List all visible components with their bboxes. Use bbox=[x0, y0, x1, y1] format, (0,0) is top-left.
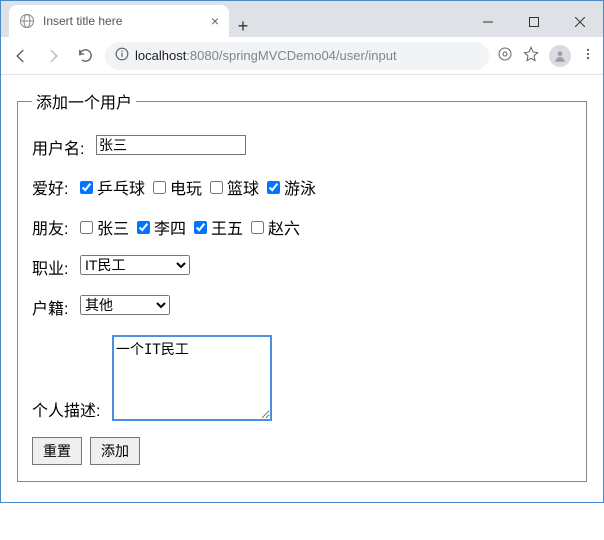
close-window-button[interactable] bbox=[557, 7, 603, 37]
back-button[interactable] bbox=[9, 44, 33, 68]
friends-group: 张三 李四 王五 赵六 bbox=[80, 215, 304, 239]
window-controls bbox=[465, 7, 603, 37]
username-input[interactable] bbox=[96, 135, 246, 155]
url-text: localhost:8080/springMVCDemo04/user/inpu… bbox=[135, 48, 397, 63]
close-icon[interactable]: × bbox=[211, 13, 219, 29]
friend-item: 张三 bbox=[80, 215, 129, 239]
toolbar-right bbox=[497, 45, 595, 67]
row-username: 用户名: bbox=[32, 135, 572, 159]
hobby-label: 篮球 bbox=[227, 175, 259, 199]
info-icon bbox=[115, 47, 129, 64]
user-form-fieldset: 添加一个用户 用户名: 爱好: 乒乓球 电玩 篮球 游泳 朋友: 张三 李四 王五 赵六 职… bbox=[17, 89, 587, 482]
hobby-label: 电玩 bbox=[170, 175, 202, 199]
origin-select[interactable]: 其他 bbox=[80, 295, 170, 315]
row-hobby: 爱好: 乒乓球 电玩 篮球 游泳 bbox=[32, 175, 572, 199]
friend-label: 李四 bbox=[154, 215, 186, 239]
new-tab-button[interactable]: + bbox=[229, 16, 257, 37]
page-content: 添加一个用户 用户名: 爱好: 乒乓球 电玩 篮球 游泳 朋友: 张三 李四 王五 赵六 职… bbox=[1, 75, 603, 502]
job-label: 职业: bbox=[32, 255, 80, 279]
description-label: 个人描述: bbox=[32, 397, 112, 421]
reload-button[interactable] bbox=[73, 44, 97, 68]
address-bar[interactable]: localhost:8080/springMVCDemo04/user/inpu… bbox=[105, 42, 489, 70]
hobby-item: 游泳 bbox=[267, 175, 316, 199]
tab-strip: Insert title here × + bbox=[1, 1, 603, 37]
star-icon[interactable] bbox=[523, 46, 539, 65]
job-select[interactable]: IT民工 bbox=[80, 255, 190, 275]
hobby-item: 乒乓球 bbox=[80, 175, 145, 199]
bookmarks-icon[interactable] bbox=[497, 46, 513, 65]
hobby-label: 乒乓球 bbox=[97, 175, 145, 199]
hobby-group: 乒乓球 电玩 篮球 游泳 bbox=[80, 175, 320, 199]
browser-toolbar: localhost:8080/springMVCDemo04/user/inpu… bbox=[1, 37, 603, 75]
friend-label: 赵六 bbox=[268, 215, 300, 239]
profile-avatar-icon[interactable] bbox=[549, 45, 571, 67]
friend-label: 张三 bbox=[97, 215, 129, 239]
row-job: 职业: IT民工 bbox=[32, 255, 572, 279]
minimize-button[interactable] bbox=[465, 7, 511, 37]
forward-button[interactable] bbox=[41, 44, 65, 68]
hobby-label: 爱好: bbox=[32, 175, 80, 199]
row-friends: 朋友: 张三 李四 王五 赵六 bbox=[32, 215, 572, 239]
browser-window: Insert title here × + localhost:8080/spr… bbox=[0, 0, 604, 503]
browser-tab[interactable]: Insert title here × bbox=[9, 5, 229, 37]
friend-checkbox[interactable] bbox=[194, 221, 207, 234]
button-row: 重置 添加 bbox=[32, 437, 572, 465]
origin-label: 户籍: bbox=[32, 295, 80, 319]
row-origin: 户籍: 其他 bbox=[32, 295, 572, 319]
friend-checkbox[interactable] bbox=[251, 221, 264, 234]
friend-item: 赵六 bbox=[251, 215, 300, 239]
reset-button[interactable]: 重置 bbox=[32, 437, 82, 465]
submit-button[interactable]: 添加 bbox=[90, 437, 140, 465]
hobby-item: 电玩 bbox=[153, 175, 202, 199]
friend-checkbox[interactable] bbox=[137, 221, 150, 234]
hobby-checkbox[interactable] bbox=[267, 181, 280, 194]
description-textarea[interactable] bbox=[112, 335, 272, 421]
friend-checkbox[interactable] bbox=[80, 221, 93, 234]
form-legend: 添加一个用户 bbox=[32, 89, 136, 113]
row-description: 个人描述: bbox=[32, 335, 572, 421]
maximize-button[interactable] bbox=[511, 7, 557, 37]
hobby-checkbox[interactable] bbox=[80, 181, 93, 194]
username-label: 用户名: bbox=[32, 135, 96, 159]
hobby-item: 篮球 bbox=[210, 175, 259, 199]
tab-title: Insert title here bbox=[43, 14, 122, 28]
hobby-checkbox[interactable] bbox=[210, 181, 223, 194]
hobby-label: 游泳 bbox=[284, 175, 316, 199]
friend-item: 李四 bbox=[137, 215, 186, 239]
friends-label: 朋友: bbox=[32, 215, 80, 239]
globe-icon bbox=[19, 13, 35, 29]
menu-icon[interactable] bbox=[581, 47, 595, 64]
friend-label: 王五 bbox=[211, 215, 243, 239]
friend-item: 王五 bbox=[194, 215, 243, 239]
hobby-checkbox[interactable] bbox=[153, 181, 166, 194]
